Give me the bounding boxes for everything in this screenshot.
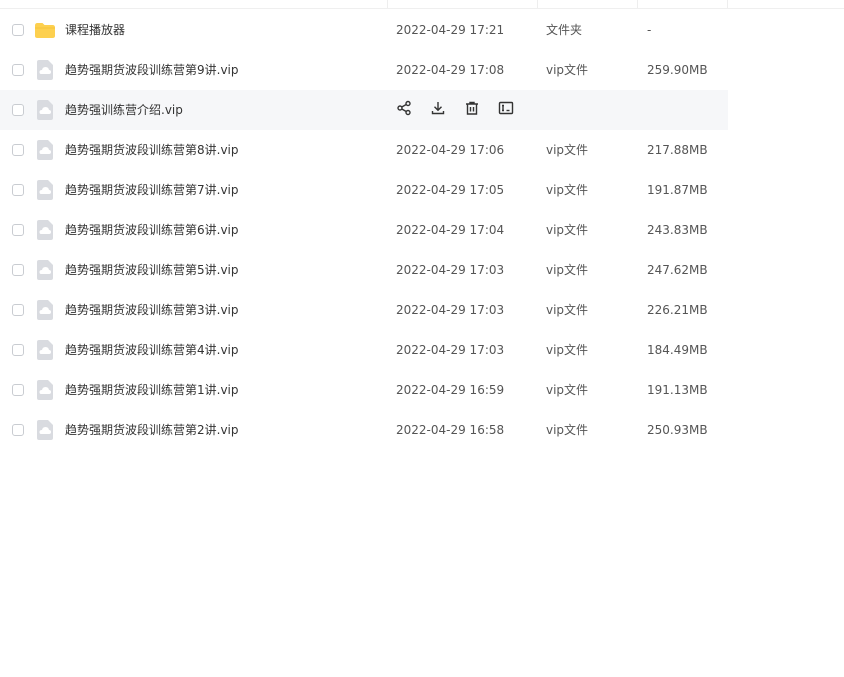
file-icon bbox=[35, 179, 55, 201]
file-type: vip文件 bbox=[546, 143, 589, 157]
file-type: vip文件 bbox=[546, 303, 589, 317]
file-row[interactable]: 趋势强期货波段训练营第1讲.vip 2022-04-29 16:59 vip文件 19… bbox=[0, 370, 728, 410]
file-row[interactable]: 趋势强期货波段训练营第4讲.vip 2022-04-29 17:03 vip文件 18… bbox=[0, 330, 728, 370]
folder-icon bbox=[35, 19, 55, 41]
file-row[interactable]: 趋势强期货波段训练营第6讲.vip 2022-04-29 17:04 vip文件 24… bbox=[0, 210, 728, 250]
modified-time: 2022-04-29 17:05 bbox=[396, 183, 505, 197]
header-divider bbox=[0, 8, 844, 9]
file-name-link[interactable]: 趋势强期货波段训练营第4讲.vip bbox=[65, 330, 239, 370]
file-size: 259.90MB bbox=[647, 63, 708, 77]
file-type: vip文件 bbox=[546, 263, 589, 277]
column-separator bbox=[537, 0, 538, 8]
row-checkbox[interactable] bbox=[12, 264, 24, 276]
row-checkbox[interactable] bbox=[12, 344, 24, 356]
delete-button[interactable] bbox=[462, 100, 482, 120]
file-size: 191.87MB bbox=[647, 183, 708, 197]
file-name-link[interactable]: 趋势强期货波段训练营第3讲.vip bbox=[65, 290, 239, 330]
file-icon bbox=[35, 379, 55, 401]
modified-time: 2022-04-29 16:58 bbox=[396, 423, 505, 437]
file-type: vip文件 bbox=[546, 223, 589, 237]
file-size: 250.93MB bbox=[647, 423, 708, 437]
file-row[interactable]: 趋势强期货波段训练营第5讲.vip 2022-04-29 17:03 vip文件 24… bbox=[0, 250, 728, 290]
column-separator bbox=[727, 0, 728, 8]
file-row[interactable]: 趋势强期货波段训练营第9讲.vip 2022-04-29 17:08 vip文件 25… bbox=[0, 50, 728, 90]
file-icon bbox=[35, 59, 55, 81]
file-size: 191.13MB bbox=[647, 383, 708, 397]
file-row[interactable]: 趋势强训练营介绍.vip bbox=[0, 90, 728, 130]
column-separator bbox=[387, 0, 388, 8]
file-size: 247.62MB bbox=[647, 263, 708, 277]
row-checkbox[interactable] bbox=[12, 424, 24, 436]
file-name-link[interactable]: 趋势强期货波段训练营第9讲.vip bbox=[65, 50, 239, 90]
file-name-link[interactable]: 趋势强期货波段训练营第2讲.vip bbox=[65, 410, 239, 450]
file-icon bbox=[35, 419, 55, 441]
file-size: 226.21MB bbox=[647, 303, 708, 317]
rename-icon bbox=[498, 100, 514, 120]
modified-time: 2022-04-29 17:03 bbox=[396, 343, 505, 357]
row-checkbox[interactable] bbox=[12, 64, 24, 76]
file-list: 课程播放器 2022-04-29 17:21 文件夹 - 趋势强期货波段训练营第9讲.v… bbox=[0, 10, 728, 450]
file-type: vip文件 bbox=[546, 423, 589, 437]
file-row[interactable]: 趋势强期货波段训练营第3讲.vip 2022-04-29 17:03 vip文件 22… bbox=[0, 290, 728, 330]
modified-time: 2022-04-29 17:08 bbox=[396, 63, 505, 77]
file-name-link[interactable]: 趋势强期货波段训练营第8讲.vip bbox=[65, 130, 239, 170]
file-size: 243.83MB bbox=[647, 223, 708, 237]
modified-time: 2022-04-29 17:03 bbox=[396, 263, 505, 277]
row-checkbox[interactable] bbox=[12, 184, 24, 196]
file-icon bbox=[35, 99, 55, 121]
file-name-link[interactable]: 趋势强期货波段训练营第7讲.vip bbox=[65, 170, 239, 210]
file-type: vip文件 bbox=[546, 343, 589, 357]
row-actions bbox=[394, 100, 530, 120]
file-icon bbox=[35, 139, 55, 161]
delete-icon bbox=[464, 100, 480, 120]
download-button[interactable] bbox=[428, 100, 448, 120]
file-size: - bbox=[647, 23, 652, 37]
modified-time: 2022-04-29 16:59 bbox=[396, 383, 505, 397]
share-button[interactable] bbox=[394, 100, 414, 120]
file-row[interactable]: 趋势强期货波段训练营第8讲.vip 2022-04-29 17:06 vip文件 21… bbox=[0, 130, 728, 170]
file-size: 217.88MB bbox=[647, 143, 708, 157]
file-icon bbox=[35, 259, 55, 281]
file-type: vip文件 bbox=[546, 383, 589, 397]
file-name-link[interactable]: 课程播放器 bbox=[65, 10, 125, 50]
row-checkbox[interactable] bbox=[12, 144, 24, 156]
file-name-link[interactable]: 趋势强期货波段训练营第5讲.vip bbox=[65, 250, 239, 290]
file-icon bbox=[35, 339, 55, 361]
download-icon bbox=[430, 100, 446, 120]
modified-time: 2022-04-29 17:21 bbox=[396, 23, 505, 37]
row-checkbox[interactable] bbox=[12, 24, 24, 36]
modified-time: 2022-04-29 17:03 bbox=[396, 303, 505, 317]
rename-button[interactable] bbox=[496, 100, 516, 120]
modified-time: 2022-04-29 17:04 bbox=[396, 223, 505, 237]
share-icon bbox=[396, 100, 412, 120]
file-row[interactable]: 课程播放器 2022-04-29 17:21 文件夹 - bbox=[0, 10, 728, 50]
row-checkbox[interactable] bbox=[12, 104, 24, 116]
modified-time: 2022-04-29 17:06 bbox=[396, 143, 505, 157]
row-checkbox[interactable] bbox=[12, 384, 24, 396]
file-row[interactable]: 趋势强期货波段训练营第7讲.vip 2022-04-29 17:05 vip文件 19… bbox=[0, 170, 728, 210]
file-row[interactable]: 趋势强期货波段训练营第2讲.vip 2022-04-29 16:58 vip文件 25… bbox=[0, 410, 728, 450]
file-name-link[interactable]: 趋势强期货波段训练营第6讲.vip bbox=[65, 210, 239, 250]
file-type: 文件夹 bbox=[546, 23, 583, 37]
file-icon bbox=[35, 299, 55, 321]
file-name-link[interactable]: 趋势强期货波段训练营第1讲.vip bbox=[65, 370, 239, 410]
row-checkbox[interactable] bbox=[12, 304, 24, 316]
file-name-link[interactable]: 趋势强训练营介绍.vip bbox=[65, 90, 183, 130]
file-type: vip文件 bbox=[546, 63, 589, 77]
file-icon bbox=[35, 219, 55, 241]
column-separator bbox=[637, 0, 638, 8]
row-checkbox[interactable] bbox=[12, 224, 24, 236]
file-type: vip文件 bbox=[546, 183, 589, 197]
file-size: 184.49MB bbox=[647, 343, 708, 357]
